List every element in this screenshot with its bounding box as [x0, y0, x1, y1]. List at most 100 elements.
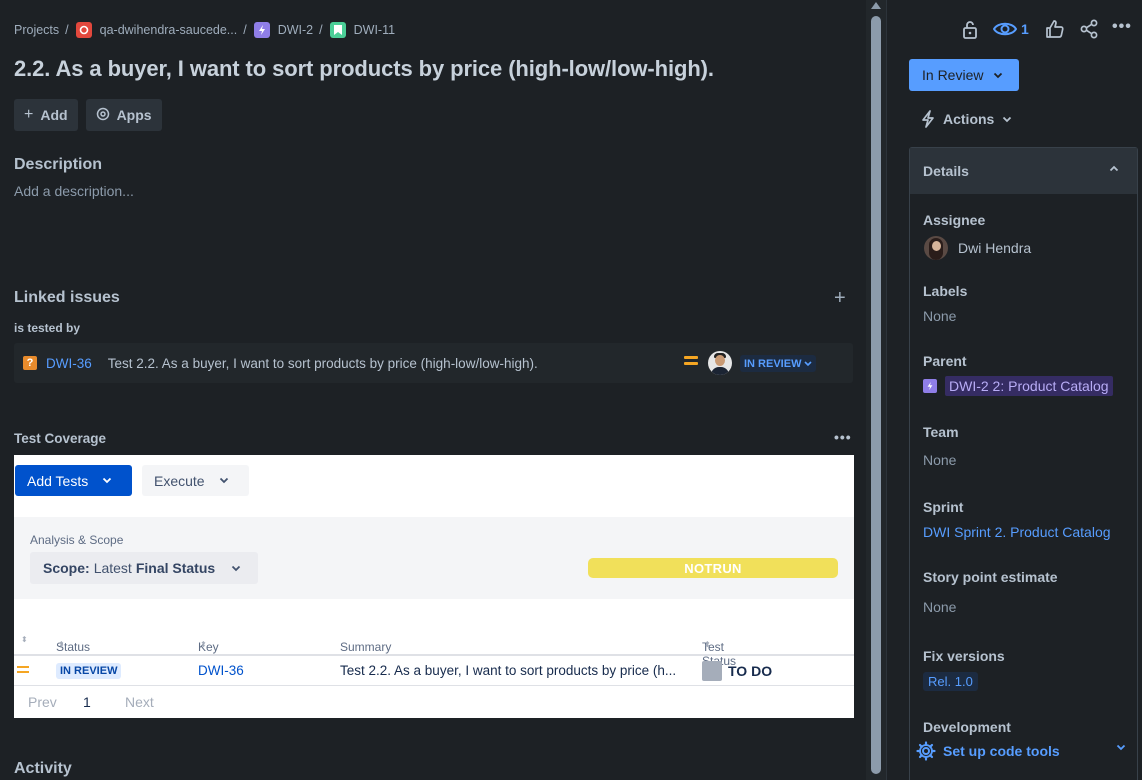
details-panel: Details Assignee Dwi Hendra Labels None … [909, 147, 1138, 780]
execute-label: Execute [154, 472, 205, 489]
scope-value: Latest [93, 560, 132, 576]
add-tests-button[interactable]: Add Tests [15, 465, 132, 496]
breadcrumb-project[interactable]: qa-dwihendra-saucede... [100, 23, 238, 37]
priority-medium-icon [17, 666, 29, 676]
eye-icon [992, 22, 1018, 36]
story-points-field[interactable]: None [923, 599, 956, 615]
development-label: Development [923, 719, 1011, 735]
issue-sidebar: 1 ••• In Review Actions Details Assignee… [886, 0, 1142, 780]
issue-title[interactable]: 2.2. As a buyer, I want to sort products… [14, 56, 714, 82]
parent-field[interactable]: DWI-2 2: Product Catalog [923, 376, 1113, 396]
add-tests-label: Add Tests [27, 472, 89, 489]
chevron-down-icon [232, 565, 241, 571]
scope-select[interactable]: Scope: Latest Final Status [30, 552, 258, 584]
scope-prefix: Scope: [43, 560, 90, 576]
team-label: Team [923, 424, 959, 440]
avatar[interactable] [708, 351, 732, 375]
add-linked-issue-icon[interactable]: + [834, 287, 846, 310]
add-button-label: Add [40, 107, 68, 123]
share-icon[interactable] [1079, 19, 1099, 44]
chevron-down-icon [804, 360, 813, 366]
link-relation-label: is tested by [14, 321, 81, 335]
breadcrumb-separator: / [65, 23, 69, 37]
more-actions-icon[interactable]: ••• [1112, 18, 1132, 36]
sprint-label: Sprint [923, 499, 964, 515]
apps-button[interactable]: Apps [85, 99, 162, 131]
breadcrumb-epic[interactable]: DWI-2 [278, 23, 313, 37]
story-icon [329, 22, 346, 38]
parent-link[interactable]: DWI-2 2: Product Catalog [945, 376, 1113, 396]
analysis-scope-section: Analysis & Scope Scope: Latest Final Sta… [14, 517, 854, 599]
issue-main-panel: Projects / qa-dwihendra-saucede... / DWI… [0, 0, 866, 780]
avatar [924, 236, 948, 260]
set-up-code-tools-button[interactable]: Set up code tools [916, 741, 1126, 761]
linked-issue-row[interactable]: ? DWI-36 Test 2.2. As a buyer, I want to… [14, 343, 853, 383]
next-page-button[interactable]: Next [125, 694, 154, 710]
chevron-down-icon [103, 477, 112, 484]
test-status-swatch [702, 661, 722, 681]
breadcrumb-separator: / [243, 23, 247, 37]
linked-issue-key[interactable]: DWI-36 [46, 356, 92, 371]
fix-versions-label: Fix versions [923, 648, 1005, 664]
chevron-up-icon [1109, 165, 1119, 172]
details-heading: Details [923, 163, 969, 179]
overall-status-bar: NOTRUN [588, 558, 838, 578]
assignee-label: Assignee [923, 212, 986, 228]
pagination: Prev 1 Next [28, 694, 154, 710]
test-status: TO DO [728, 663, 773, 679]
test-key-link[interactable]: DWI-36 [198, 663, 244, 678]
table-row[interactable]: IN REVIEW DWI-36 Test 2.2. As a buyer, I… [14, 656, 854, 686]
details-header[interactable]: Details [910, 148, 1137, 194]
main-scrollbar[interactable] [866, 0, 886, 780]
execute-button[interactable]: Execute [142, 465, 249, 496]
labels-field[interactable]: None [923, 308, 956, 324]
project-icon [75, 22, 92, 38]
breadcrumb-projects[interactable]: Projects [14, 23, 59, 37]
activity-heading: Activity [14, 760, 72, 777]
assignee-name: Dwi Hendra [958, 240, 1032, 256]
linked-issue-status-dropdown[interactable]: IN REVIEW [740, 355, 817, 372]
scrollbar-thumb[interactable] [871, 16, 881, 774]
status-transition-button[interactable]: In Review [909, 59, 1019, 91]
lock-icon[interactable] [961, 19, 979, 44]
development-action-label: Set up code tools [943, 743, 1060, 759]
linked-issue-status: IN REVIEW [744, 357, 802, 370]
bolt-icon [922, 110, 934, 128]
thumbs-up-icon[interactable] [1045, 19, 1065, 44]
test-coverage-panel: Add Tests Execute Analysis & Scope Scope… [14, 455, 854, 718]
linked-issues-heading: Linked issues [14, 289, 120, 306]
fix-version-chip[interactable]: Rel. 1.0 [923, 672, 978, 691]
scroll-up-arrow-icon[interactable] [871, 2, 881, 9]
analysis-scope-label: Analysis & Scope [30, 533, 124, 547]
sort-icon[interactable]: ⬍ [21, 635, 28, 644]
status-badge: IN REVIEW [56, 663, 122, 679]
breadcrumb: Projects / qa-dwihendra-saucede... / DWI… [14, 20, 395, 40]
issue-actions-bar: 1 ••• [887, 18, 1142, 42]
test-coverage-heading: Test Coverage [14, 431, 107, 446]
add-button[interactable]: + Add [14, 99, 78, 131]
labels-label: Labels [923, 283, 968, 299]
watch-count[interactable]: 1 [1021, 21, 1029, 37]
breadcrumb-issue[interactable]: DWI-11 [354, 23, 395, 37]
epic-icon [253, 22, 270, 38]
description-field[interactable]: Add a description... [14, 183, 134, 199]
prev-page-button[interactable]: Prev [28, 694, 83, 710]
scope-bold-value: Final Status [135, 560, 216, 576]
gear-icon [916, 741, 936, 761]
page-number[interactable]: 1 [83, 694, 125, 710]
plus-icon: + [24, 106, 34, 123]
assignee-field[interactable]: Dwi Hendra [924, 236, 1031, 260]
question-icon: ? [23, 356, 37, 370]
chevron-down-icon [1116, 744, 1126, 751]
more-icon[interactable]: ••• [834, 429, 852, 445]
sprint-link[interactable]: DWI Sprint 2. Product Catalog [923, 524, 1111, 540]
description-heading: Description [14, 156, 103, 173]
actions-label: Actions [943, 111, 995, 127]
team-field[interactable]: None [923, 452, 956, 468]
story-points-label: Story point estimate [923, 569, 1058, 585]
epic-icon [923, 379, 937, 393]
status-button-label: In Review [922, 67, 984, 83]
linked-issue-summary[interactable]: Test 2.2. As a buyer, I want to sort pro… [108, 356, 538, 371]
actions-button[interactable]: Actions [921, 110, 1012, 128]
watch-button[interactable] [992, 20, 1018, 43]
